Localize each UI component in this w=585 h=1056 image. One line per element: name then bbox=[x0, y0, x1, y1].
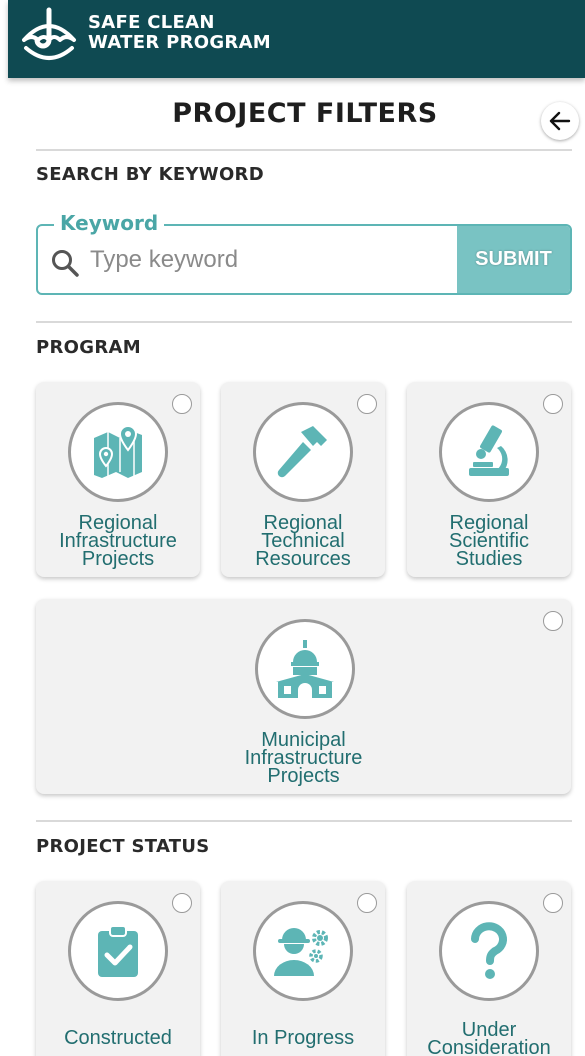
keyword-field-label: Keyword bbox=[54, 211, 165, 235]
radio-button[interactable] bbox=[357, 893, 377, 913]
app-header: SAFE CLEAN WATER PROGRAM bbox=[8, 0, 585, 78]
program-option-municipal-infrastructure[interactable]: Municipal Infrastructure Projects bbox=[36, 599, 571, 794]
arrow-left-icon bbox=[549, 111, 571, 131]
radio-button[interactable] bbox=[543, 893, 563, 913]
brand-name: SAFE CLEAN WATER PROGRAM bbox=[88, 13, 271, 53]
hammer-icon bbox=[277, 426, 327, 478]
divider bbox=[36, 321, 572, 323]
program-option-label: Regional Infrastructure Projects bbox=[59, 512, 177, 570]
status-option-label: Under Consideration bbox=[427, 1019, 551, 1056]
divider bbox=[36, 820, 572, 822]
program-option-regional-technical[interactable]: Regional Technical Resources bbox=[221, 382, 385, 577]
search-section-label: SEARCH BY KEYWORD bbox=[36, 164, 264, 185]
status-option-label: In Progress bbox=[251, 1027, 355, 1049]
status-option-in-progress[interactable]: In Progress bbox=[221, 881, 385, 1056]
status-option-constructed[interactable]: Constructed bbox=[36, 881, 200, 1056]
program-option-label: Regional Scientific Studies bbox=[448, 512, 530, 570]
radio-button[interactable] bbox=[543, 611, 563, 631]
status-icon-circle bbox=[68, 901, 168, 1001]
map-pin-icon bbox=[94, 424, 142, 478]
program-icon-circle bbox=[253, 402, 353, 502]
status-option-label: Constructed bbox=[64, 1027, 172, 1049]
clipboard-check-icon bbox=[98, 925, 138, 977]
submit-button[interactable]: SUBMIT bbox=[457, 226, 570, 293]
program-option-label: Municipal Infrastructure Projects bbox=[244, 729, 363, 787]
program-option-regional-scientific[interactable]: Regional Scientific Studies bbox=[407, 382, 571, 577]
program-icon-circle bbox=[255, 619, 355, 719]
title-row: PROJECT FILTERS bbox=[0, 96, 585, 140]
search-icon bbox=[52, 250, 79, 277]
status-icon-circle bbox=[253, 901, 353, 1001]
question-mark-icon bbox=[471, 922, 507, 979]
brand-line-2: WATER PROGRAM bbox=[88, 32, 272, 53]
status-icon-circle bbox=[439, 901, 539, 1001]
status-option-under-consideration[interactable]: Under Consideration bbox=[407, 881, 571, 1056]
keyword-input[interactable] bbox=[90, 240, 450, 280]
radio-button[interactable] bbox=[172, 893, 192, 913]
program-icon-circle bbox=[68, 402, 168, 502]
umbrella-logo-icon bbox=[22, 7, 76, 60]
back-button[interactable] bbox=[541, 102, 579, 140]
radio-button[interactable] bbox=[543, 394, 563, 414]
keyword-field: Keyword SUBMIT bbox=[36, 211, 572, 295]
worker-gears-icon bbox=[274, 928, 328, 976]
status-section-label: PROJECT STATUS bbox=[36, 836, 210, 857]
microscope-icon bbox=[469, 425, 509, 476]
program-section-label: PROGRAM bbox=[36, 337, 141, 358]
program-option-regional-infrastructure[interactable]: Regional Infrastructure Projects bbox=[36, 382, 200, 577]
program-icon-circle bbox=[439, 402, 539, 502]
radio-button[interactable] bbox=[172, 394, 192, 414]
radio-button[interactable] bbox=[357, 394, 377, 414]
divider bbox=[36, 149, 572, 151]
brand-line-1: SAFE CLEAN bbox=[88, 12, 215, 33]
page-title: PROJECT FILTERS bbox=[172, 98, 438, 129]
municipal-building-icon bbox=[276, 640, 334, 698]
program-option-label: Regional Technical Resources bbox=[255, 512, 351, 570]
